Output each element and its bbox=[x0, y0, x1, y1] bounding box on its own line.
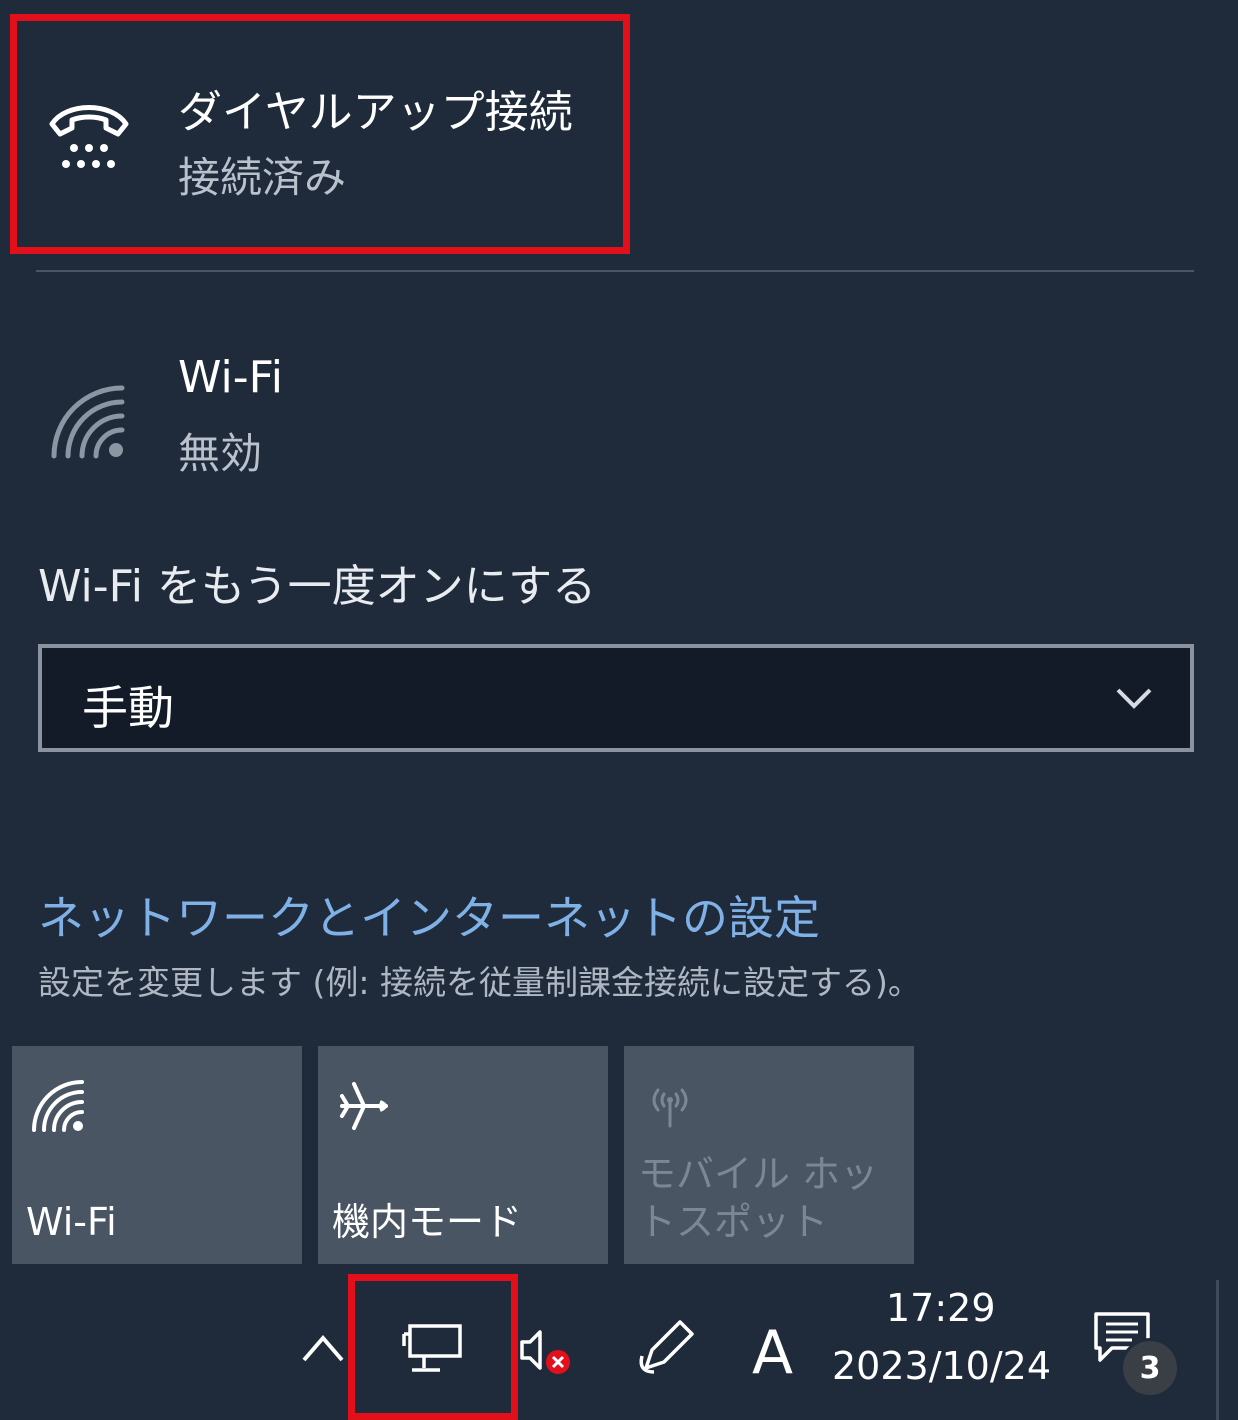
dialup-phone-icon bbox=[49, 105, 129, 168]
network-flyout: ダイヤルアップ接続 接続済み Wi-Fi 無効 Wi-Fi をもう一度オンにする… bbox=[0, 0, 1238, 1270]
clock-time[interactable]: 17:29 bbox=[886, 1286, 996, 1330]
volume-muted-icon[interactable] bbox=[516, 1322, 574, 1380]
ime-indicator[interactable]: A bbox=[752, 1318, 793, 1388]
network-settings-description: 設定を変更します (例: 接続を従量制課金接続に設定する)。 bbox=[38, 963, 921, 1002]
wifi-retry-label: Wi-Fi をもう一度オンにする bbox=[38, 561, 597, 612]
network-settings-link[interactable]: ネットワークとインターネットの設定 bbox=[38, 882, 820, 948]
divider bbox=[36, 270, 1194, 272]
airplane-mode-tile[interactable]: 機内モード bbox=[318, 1046, 608, 1264]
wifi-connection-item[interactable]: Wi-Fi 無効 bbox=[10, 290, 1210, 510]
wifi-connection-name: Wi-Fi bbox=[178, 352, 283, 403]
wifi-retry-selected: 手動 bbox=[82, 681, 174, 735]
chevron-down-icon bbox=[1116, 688, 1152, 709]
airplane-icon bbox=[340, 1082, 388, 1130]
dialup-connection-status: 接続済み bbox=[178, 153, 347, 202]
wifi-toggle-tile[interactable]: Wi-Fi bbox=[12, 1046, 302, 1264]
chevron-up-icon[interactable] bbox=[300, 1330, 346, 1364]
hotspot-tile-label: モバイル ホットスポット bbox=[638, 1152, 879, 1244]
airplane-tile-label: 機内モード bbox=[332, 1200, 523, 1244]
pen-icon[interactable] bbox=[636, 1316, 698, 1378]
hotspot-icon bbox=[652, 1088, 688, 1128]
wifi-tile-label: Wi-Fi bbox=[26, 1200, 117, 1244]
wifi-icon bbox=[51, 385, 125, 459]
dialup-connection-item[interactable]: ダイヤルアップ接続 接続済み bbox=[10, 14, 1210, 234]
taskbar bbox=[0, 1272, 1238, 1420]
show-desktop-edge[interactable] bbox=[1216, 1280, 1219, 1420]
wifi-icon bbox=[32, 1080, 84, 1132]
wifi-connection-status: 無効 bbox=[178, 429, 263, 478]
network-tray-icon[interactable] bbox=[400, 1322, 466, 1378]
mobile-hotspot-tile[interactable]: モバイル ホットスポット bbox=[624, 1046, 914, 1264]
clock-date[interactable]: 2023/10/24 bbox=[832, 1344, 1051, 1388]
dialup-connection-name: ダイヤルアップ接続 bbox=[178, 87, 573, 138]
wifi-retry-dropdown[interactable]: 手動 bbox=[38, 644, 1194, 752]
notification-count-badge: 3 bbox=[1120, 1338, 1180, 1398]
